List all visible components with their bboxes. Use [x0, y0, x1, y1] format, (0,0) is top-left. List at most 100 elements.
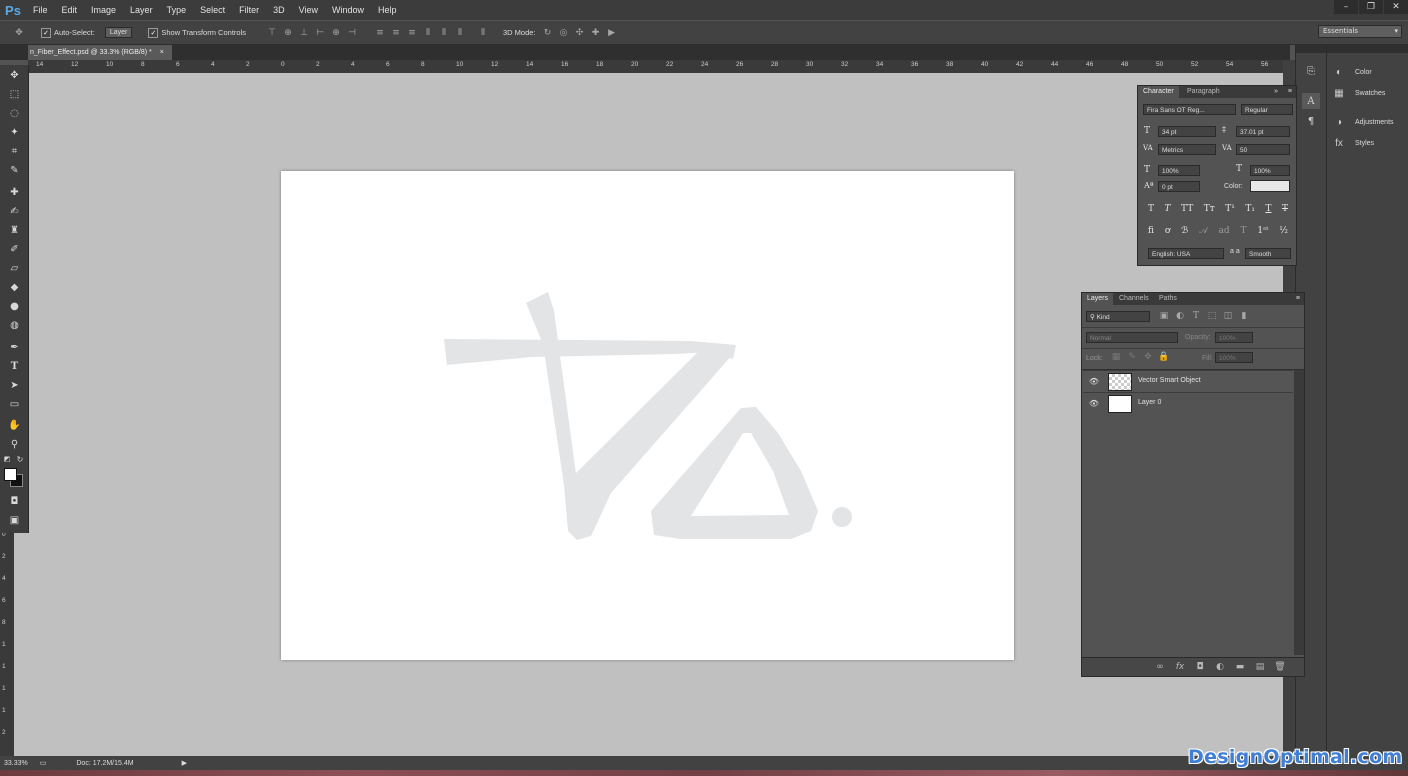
- baseline-shift-field[interactable]: 0 pt: [1158, 181, 1200, 192]
- filter-smart-object-icon[interactable]: ◫: [1223, 311, 1233, 321]
- add-mask-icon[interactable]: ◘: [1194, 661, 1206, 673]
- faux-italic-icon[interactable]: T: [1165, 204, 1171, 214]
- history-panel-icon[interactable]: ⎘: [1302, 63, 1320, 79]
- auto-select-checkbox[interactable]: ✓: [41, 27, 51, 38]
- paragraph-panel-icon[interactable]: ¶: [1302, 113, 1320, 129]
- menu-image[interactable]: Image: [84, 5, 123, 15]
- screen-mode-icon[interactable]: ▣: [7, 513, 22, 528]
- visibility-eye-icon[interactable]: 👁: [1089, 398, 1099, 408]
- lock-pixels-icon[interactable]: ✎: [1127, 352, 1137, 362]
- marquee-tool-icon[interactable]: ⬚: [7, 87, 22, 102]
- lock-position-icon[interactable]: ✥: [1143, 352, 1153, 362]
- healing-brush-tool-icon[interactable]: ✚: [7, 185, 22, 200]
- zoom-level[interactable]: 33.33%: [4, 760, 28, 767]
- default-colors-icon[interactable]: ◩: [3, 455, 11, 463]
- new-group-icon[interactable]: ▬: [1234, 661, 1246, 673]
- all-caps-icon[interactable]: TT: [1181, 204, 1193, 214]
- rectangle-tool-icon[interactable]: ▭: [7, 397, 22, 412]
- new-adjustment-icon[interactable]: ◐: [1214, 661, 1226, 673]
- tab-layers[interactable]: Layers: [1082, 293, 1114, 305]
- maximize-button[interactable]: ❐: [1359, 0, 1383, 14]
- 3d-scale-icon[interactable]: ▶: [607, 28, 617, 38]
- distribute-right-icon[interactable]: ⦀: [455, 28, 465, 38]
- faux-bold-icon[interactable]: T: [1148, 204, 1154, 214]
- 3d-drag-icon[interactable]: ✣: [575, 28, 585, 38]
- panel-menu-icon[interactable]: ≡: [1288, 88, 1292, 95]
- strikethrough-icon[interactable]: T: [1282, 204, 1288, 214]
- pen-tool-icon[interactable]: ✒: [7, 340, 22, 355]
- add-style-icon[interactable]: fx: [1174, 661, 1186, 673]
- filter-pixel-icon[interactable]: ▣: [1159, 311, 1169, 321]
- 3d-rotate-icon[interactable]: ↻: [543, 28, 553, 38]
- ligatures-icon[interactable]: ﬁ: [1148, 226, 1154, 236]
- character-panel-icon[interactable]: A: [1302, 93, 1320, 109]
- tab-paths[interactable]: Paths: [1154, 293, 1182, 305]
- foreground-color-swatch[interactable]: [4, 468, 17, 481]
- zoom-tool-icon[interactable]: ⚲: [7, 437, 22, 452]
- filter-shape-icon[interactable]: ⬚: [1207, 311, 1217, 321]
- dock-styles[interactable]: fx Styles: [1333, 137, 1374, 149]
- antialias-dropdown[interactable]: Smooth: [1245, 248, 1291, 259]
- lasso-tool-icon[interactable]: ◌: [7, 106, 22, 121]
- quick-select-tool-icon[interactable]: ✦: [7, 125, 22, 140]
- status-info-icon[interactable]: ▭: [40, 759, 47, 767]
- document-canvas[interactable]: [281, 171, 1014, 660]
- font-size-field[interactable]: 34 pt: [1158, 126, 1216, 137]
- move-tool-icon[interactable]: ✥: [7, 68, 22, 83]
- small-caps-icon[interactable]: Tт: [1204, 204, 1215, 214]
- status-menu-icon[interactable]: ▶: [182, 759, 187, 767]
- 3d-slide-icon[interactable]: ✚: [591, 28, 601, 38]
- menu-3d[interactable]: 3D: [266, 5, 292, 15]
- align-vcenter-icon[interactable]: ⊕: [283, 28, 293, 38]
- old-style-icon[interactable]: ơ: [1165, 226, 1170, 236]
- eraser-tool-icon[interactable]: ▱: [7, 261, 22, 276]
- dock-adjustments[interactable]: ◑ Adjustments: [1333, 116, 1394, 128]
- filter-kind-dropdown[interactable]: ⚲ Kind: [1086, 311, 1150, 322]
- history-brush-tool-icon[interactable]: ✐: [7, 242, 22, 257]
- blur-tool-icon[interactable]: ●: [7, 299, 22, 314]
- subscript-icon[interactable]: T₁: [1245, 204, 1255, 214]
- dock-color[interactable]: ◐ Color: [1333, 66, 1372, 78]
- underline-icon[interactable]: T: [1265, 204, 1271, 214]
- font-style-dropdown[interactable]: Regular: [1241, 104, 1293, 115]
- horizontal-scale-field[interactable]: 100%: [1250, 165, 1290, 176]
- 3d-roll-icon[interactable]: ◎: [559, 28, 569, 38]
- close-button[interactable]: ✕: [1384, 0, 1408, 14]
- auto-select-dropdown[interactable]: Layer: [104, 27, 133, 38]
- align-hcenter-icon[interactable]: ⊕: [331, 28, 341, 38]
- swap-colors-icon[interactable]: ↻: [16, 455, 24, 464]
- paint-bucket-tool-icon[interactable]: ◆: [7, 280, 22, 295]
- stylistic-alternates-icon[interactable]: 𝒜: [1199, 226, 1208, 236]
- collapse-icon[interactable]: »: [1274, 88, 1278, 95]
- lock-transparent-icon[interactable]: ▦: [1111, 352, 1121, 362]
- distribute-vcenter-icon[interactable]: ≡: [391, 28, 401, 38]
- document-tab-close[interactable]: ×: [160, 49, 164, 56]
- menu-filter[interactable]: Filter: [232, 5, 266, 15]
- align-left-icon[interactable]: ⊢: [315, 28, 325, 38]
- visibility-eye-icon[interactable]: 👁: [1089, 376, 1099, 386]
- distribute-bottom-icon[interactable]: ≡: [407, 28, 417, 38]
- document-tab[interactable]: n_Fiber_Effect.psd @ 33.3% (RGB/8) * ×: [28, 45, 172, 60]
- leading-field[interactable]: 37.01 pt: [1236, 126, 1290, 137]
- menu-type[interactable]: Type: [160, 5, 194, 15]
- auto-align-icon[interactable]: ⫴: [478, 28, 488, 38]
- ordinals-icon[interactable]: 1ˢᵗ: [1257, 226, 1268, 236]
- move-tool-preset-icon[interactable]: ✥: [14, 28, 24, 38]
- layers-scrollbar[interactable]: [1294, 370, 1304, 655]
- kerning-field[interactable]: Metrics: [1158, 144, 1216, 155]
- layers-panel-menu-icon[interactable]: ≡: [1296, 295, 1300, 302]
- fractions-icon[interactable]: ½: [1279, 226, 1288, 236]
- opacity-field[interactable]: 100%: [1215, 332, 1253, 343]
- layer-row[interactable]: 👁 Layer 0: [1083, 392, 1293, 414]
- superscript-icon[interactable]: T¹: [1225, 204, 1235, 214]
- menu-select[interactable]: Select: [193, 5, 232, 15]
- workspace-dropdown[interactable]: Essentials ▾: [1318, 25, 1402, 38]
- eyedropper-tool-icon[interactable]: ✎: [7, 163, 22, 178]
- menu-file[interactable]: File: [26, 5, 55, 15]
- crop-tool-icon[interactable]: ⌗: [7, 144, 22, 159]
- swash-icon[interactable]: ℬ: [1181, 226, 1188, 236]
- hand-tool-icon[interactable]: ✋: [7, 418, 22, 433]
- menu-layer[interactable]: Layer: [123, 5, 160, 15]
- link-layers-icon[interactable]: ∞: [1154, 661, 1166, 673]
- distribute-hcenter-icon[interactable]: ⦀: [439, 28, 449, 38]
